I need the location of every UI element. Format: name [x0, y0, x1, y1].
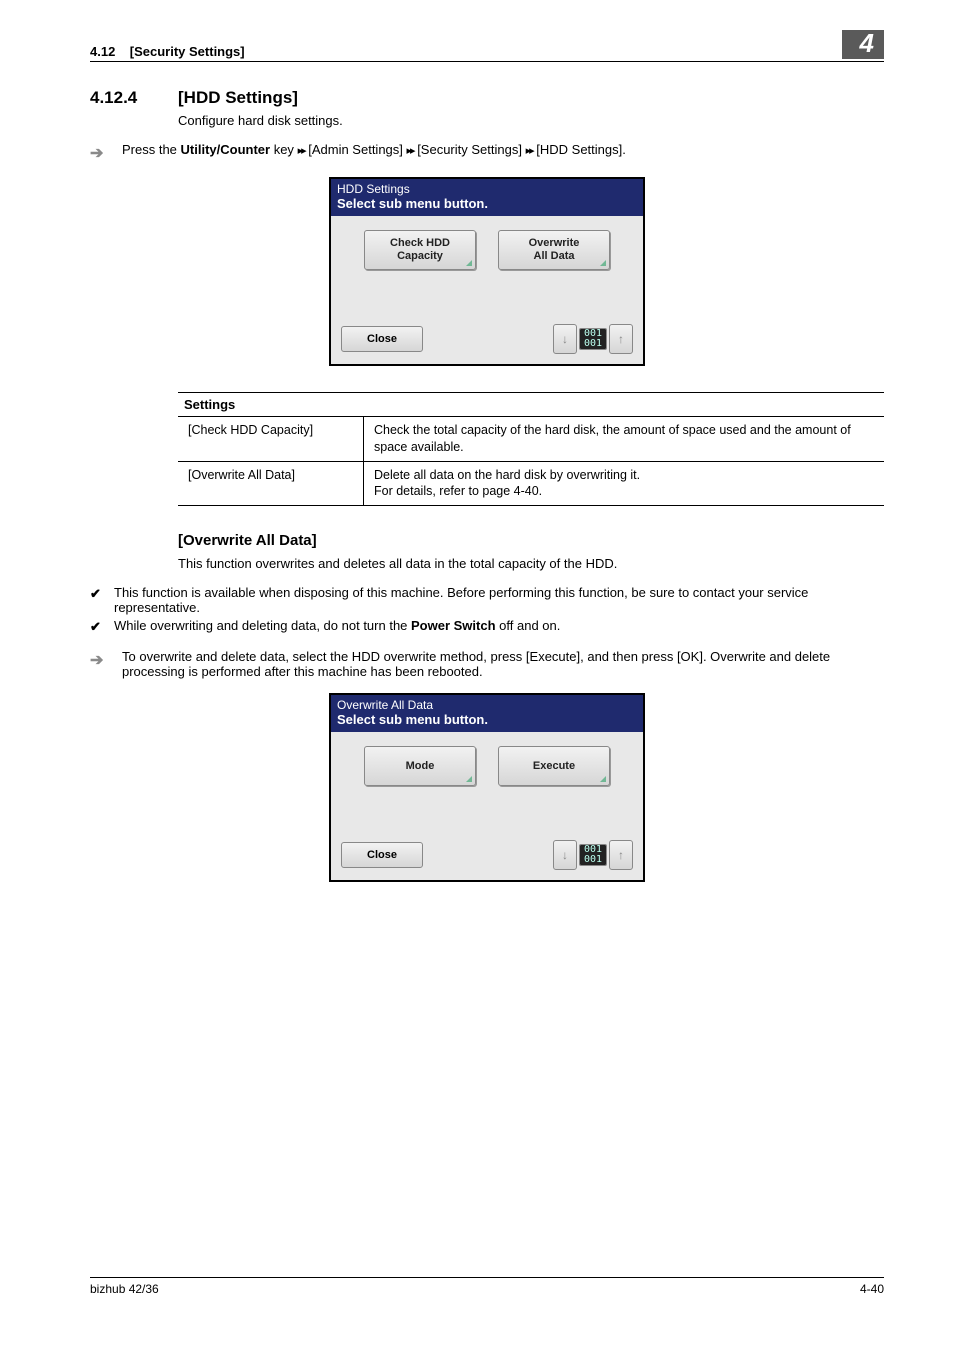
lcd-panel-hdd-settings: HDD Settings Select sub menu button. Che…	[329, 177, 645, 366]
note-text-b: Power Switch	[411, 618, 496, 633]
dbl-arrow-icon: ▸▸	[526, 145, 533, 157]
dbl-arrow-icon: ▸▸	[298, 145, 305, 157]
checkmark-icon: ✔	[90, 585, 114, 602]
section-intro: Configure hard disk settings.	[178, 112, 884, 130]
header-title: [Security Settings]	[130, 44, 245, 59]
bc-prefix: Press the	[122, 142, 181, 157]
page-up-button[interactable]: ↑	[609, 840, 633, 870]
bc-rest: key	[270, 142, 297, 157]
table-row: [Overwrite All Data] Delete all data on …	[178, 461, 884, 506]
arrow-right-icon: ➔	[90, 650, 114, 670]
close-button[interactable]: Close	[341, 326, 423, 352]
note-text: This function is available when disposin…	[114, 585, 884, 615]
page-counter: 001 001	[579, 328, 607, 350]
breadcrumb-instruction: ➔ Press the Utility/Counter key ▸▸ [Admi…	[90, 142, 884, 163]
step-instruction: ➔ To overwrite and delete data, select t…	[90, 649, 884, 679]
section-title: [HDD Settings]	[178, 88, 298, 108]
bc1: [Admin Settings]	[308, 142, 403, 157]
footer-right: 4-40	[860, 1282, 884, 1296]
checkmark-icon: ✔	[90, 618, 114, 635]
table-row: [Check HDD Capacity] Check the total cap…	[178, 416, 884, 461]
bc-key: Utility/Counter	[181, 142, 271, 157]
subsection-intro: This function overwrites and deletes all…	[178, 555, 884, 573]
page-header: 4.12 [Security Settings] 4	[90, 30, 884, 62]
close-button[interactable]: Close	[341, 842, 423, 868]
lcd-panel-overwrite-all-data: Overwrite All Data Select sub menu butto…	[329, 693, 645, 882]
overwrite-all-data-button[interactable]: OverwriteAll Data	[498, 230, 610, 270]
lcd1-title: HDD Settings	[337, 182, 637, 196]
note-item: ✔ While overwriting and deleting data, d…	[90, 618, 884, 635]
page-down-button[interactable]: ↓	[553, 840, 577, 870]
page-down-button[interactable]: ↓	[553, 324, 577, 354]
mode-button[interactable]: Mode	[364, 746, 476, 786]
lcd1-subtitle: Select sub menu button.	[337, 196, 637, 212]
setting-name: [Check HDD Capacity]	[178, 416, 364, 461]
page-counter-bot: 001	[580, 339, 606, 349]
page-counter-bot: 001	[580, 855, 606, 865]
bc2: [Security Settings]	[417, 142, 522, 157]
lcd2-subtitle: Select sub menu button.	[337, 712, 637, 728]
execute-button[interactable]: Execute	[498, 746, 610, 786]
setting-name: [Overwrite All Data]	[178, 461, 364, 506]
footer-left: bizhub 42/36	[90, 1282, 159, 1296]
note-text-c: off and on.	[496, 618, 561, 633]
arrow-right-icon: ➔	[90, 143, 114, 163]
check-hdd-capacity-button[interactable]: Check HDDCapacity	[364, 230, 476, 270]
settings-header: Settings	[178, 392, 884, 416]
lcd2-title: Overwrite All Data	[337, 698, 637, 712]
chapter-number-badge: 4	[842, 30, 884, 59]
step-text: To overwrite and delete data, select the…	[122, 649, 884, 679]
settings-table: Settings [Check HDD Capacity] Check the …	[178, 392, 884, 507]
subsection-title: [Overwrite All Data]	[178, 532, 884, 549]
setting-desc: Delete all data on the hard disk by over…	[364, 461, 885, 506]
header-section-number: 4.12	[90, 44, 115, 59]
note-text-a: While overwriting and deleting data, do …	[114, 618, 411, 633]
section-number: 4.12.4	[90, 88, 178, 108]
dbl-arrow-icon: ▸▸	[407, 145, 414, 157]
bc3: [HDD Settings].	[536, 142, 626, 157]
page-up-button[interactable]: ↑	[609, 324, 633, 354]
page-footer: bizhub 42/36 4-40	[90, 1277, 884, 1296]
note-item: ✔ This function is available when dispos…	[90, 585, 884, 615]
page-counter: 001 001	[579, 844, 607, 866]
setting-desc: Check the total capacity of the hard dis…	[364, 416, 885, 461]
